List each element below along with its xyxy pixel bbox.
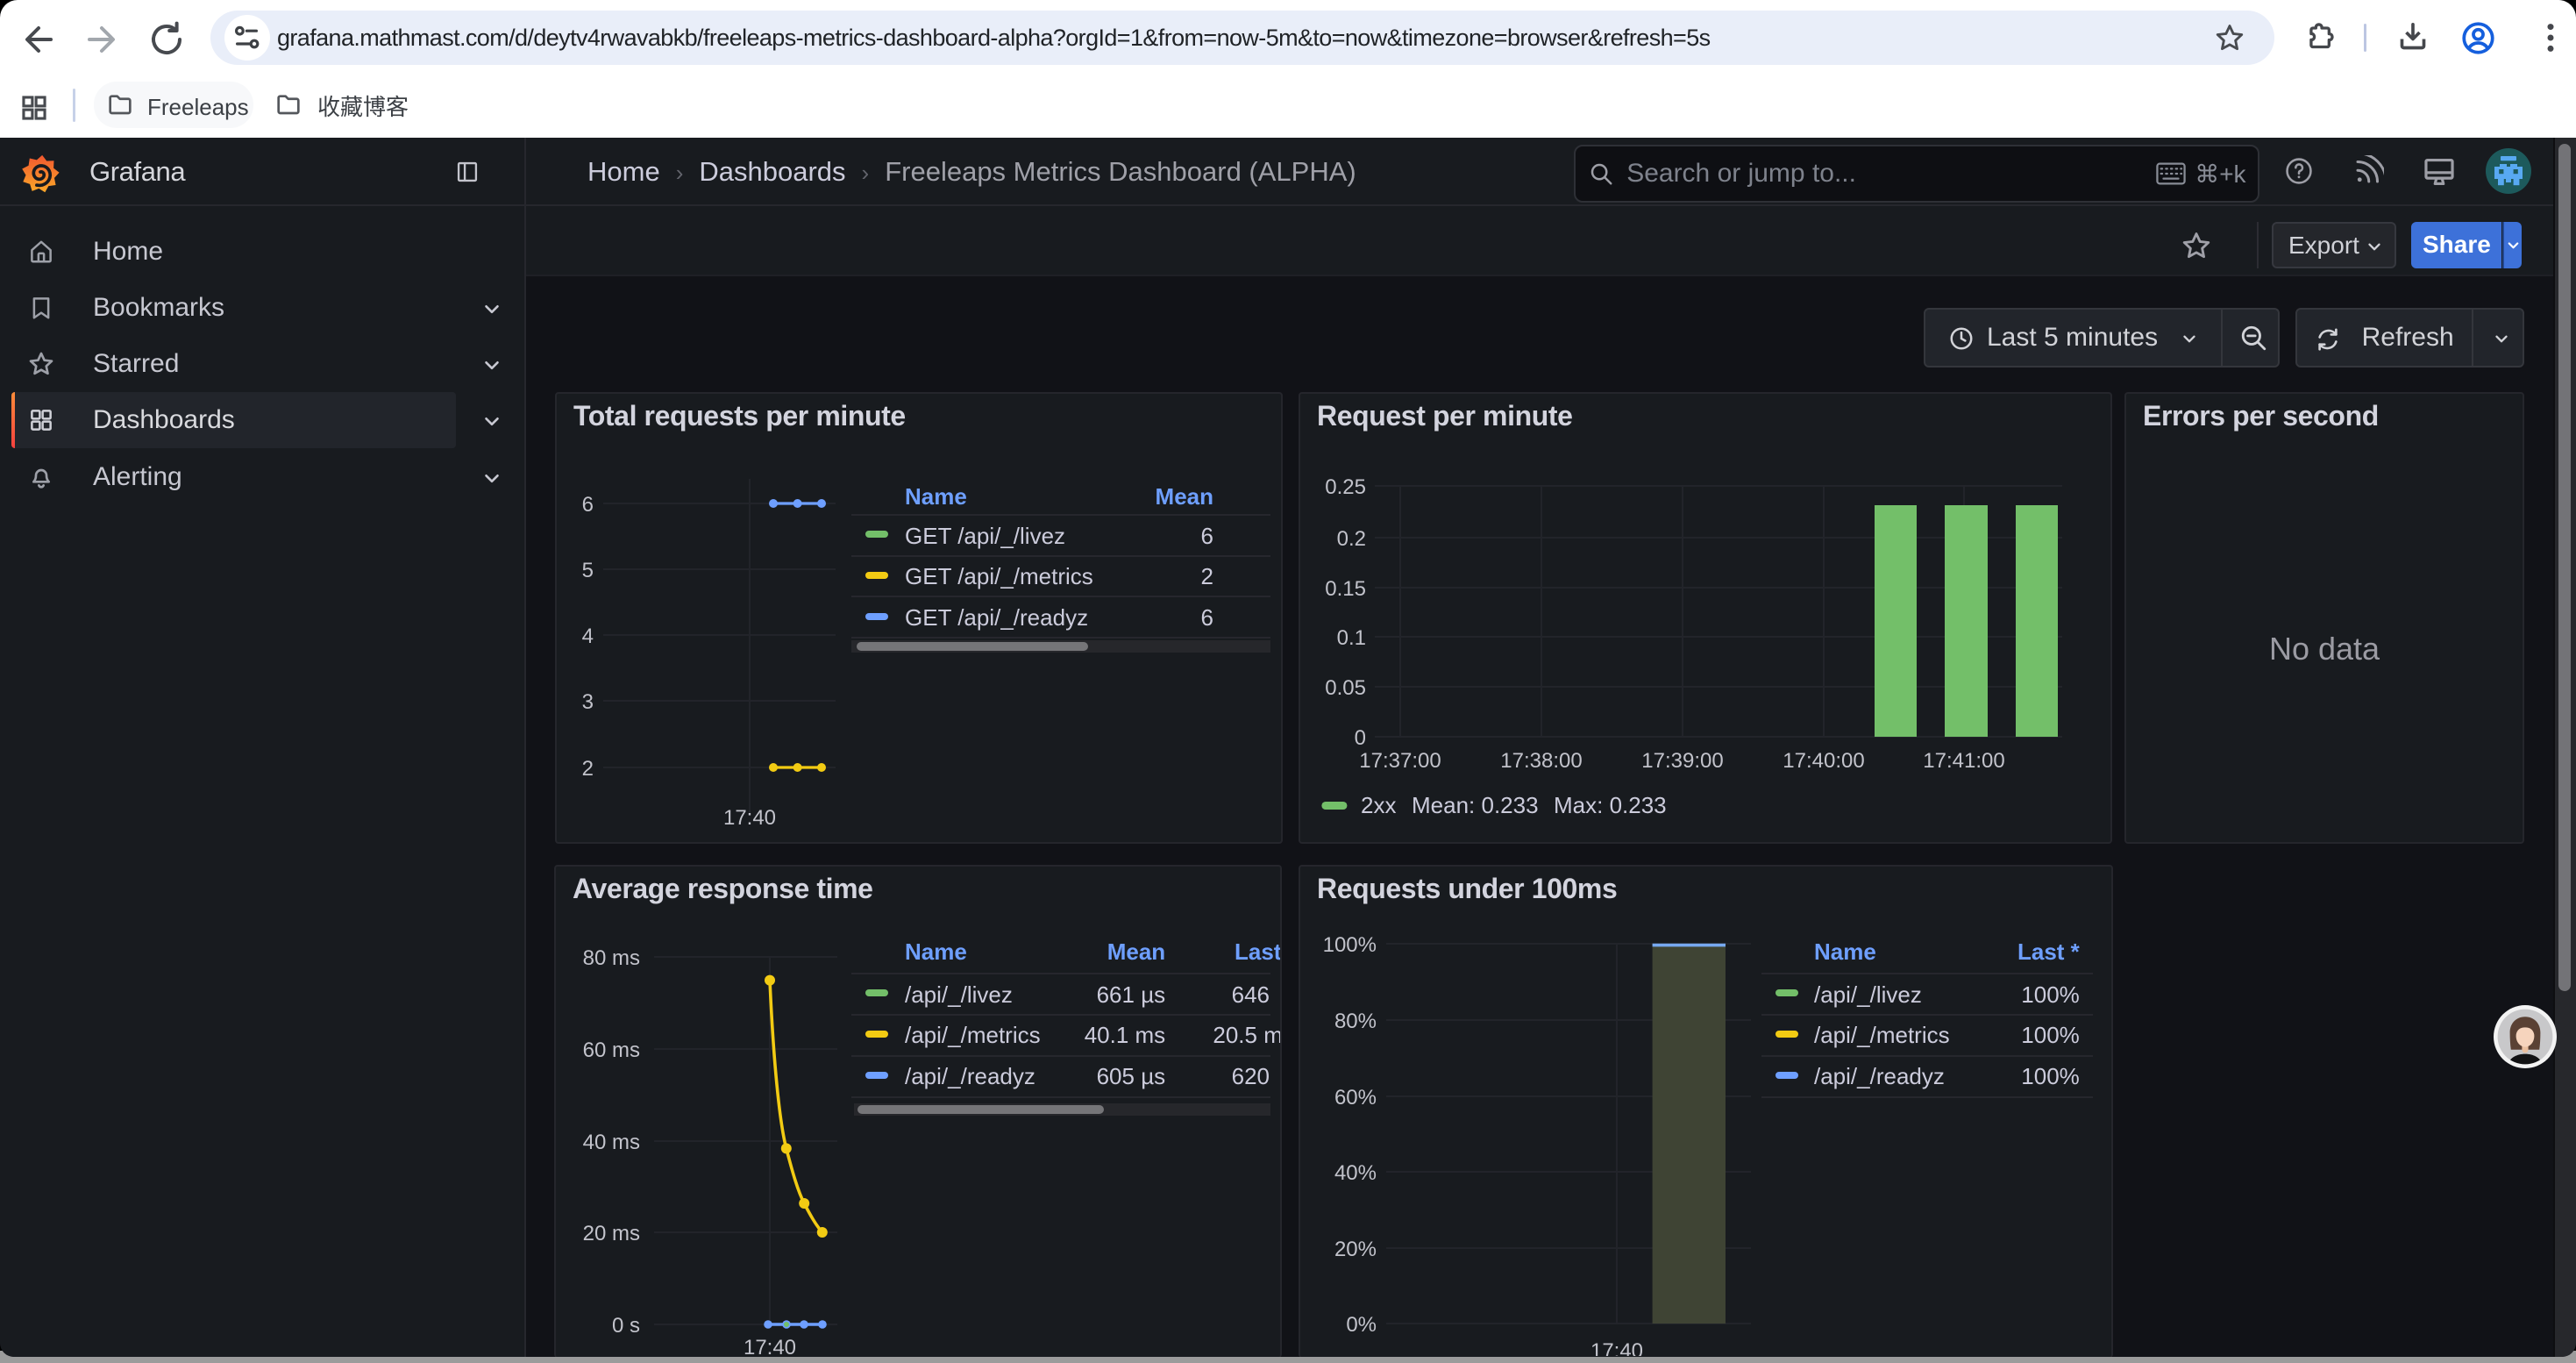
svg-text:17:40: 17:40 [1590,1339,1643,1356]
svg-text:0%: 0% [1346,1313,1377,1337]
svg-text:Max: 0.233: Max: 0.233 [1554,792,1667,818]
svg-text:0: 0 [1355,726,1366,750]
svg-text:17:38:00: 17:38:00 [1500,749,1582,773]
svg-text:0.15: 0.15 [1325,577,1366,601]
svg-text:20%: 20% [1334,1238,1377,1261]
svg-text:40%: 40% [1334,1161,1377,1185]
svg-text:17:40:00: 17:40:00 [1783,749,1864,773]
svg-text:3: 3 [582,690,594,714]
svg-text:0.05: 0.05 [1325,676,1366,700]
svg-text:2: 2 [582,757,594,781]
svg-text:0.1: 0.1 [1337,626,1366,650]
svg-text:17:41:00: 17:41:00 [1923,749,2004,773]
svg-text:2xx: 2xx [1361,792,1396,818]
svg-text:40 ms: 40 ms [583,1131,640,1154]
svg-text:0.2: 0.2 [1337,527,1366,551]
svg-text:0.25: 0.25 [1325,475,1366,499]
svg-text:17:40: 17:40 [723,806,776,830]
svg-text:17:40: 17:40 [744,1336,796,1356]
svg-text:17:37:00: 17:37:00 [1359,749,1441,773]
svg-text:17:39:00: 17:39:00 [1641,749,1723,773]
svg-text:0 s: 0 s [612,1314,640,1338]
svg-text:20 ms: 20 ms [583,1222,640,1245]
svg-text:Mean: 0.233: Mean: 0.233 [1412,792,1539,818]
